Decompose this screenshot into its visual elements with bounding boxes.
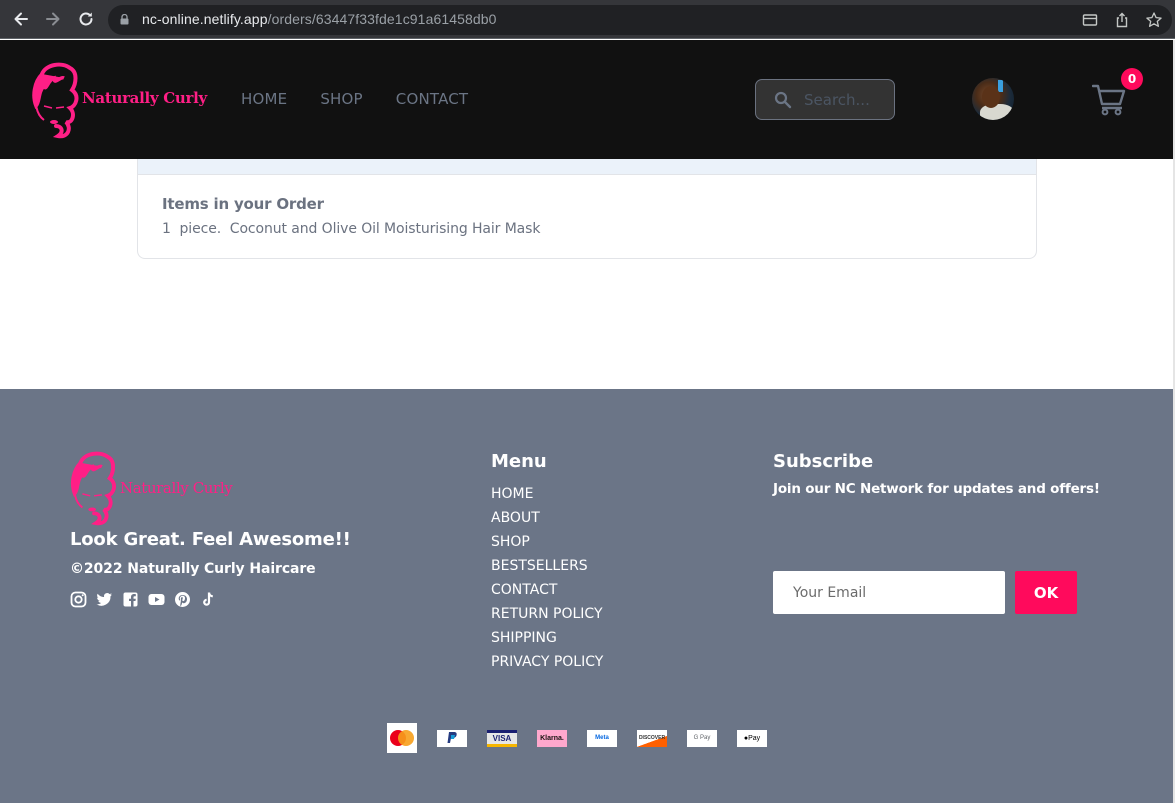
nav-contact[interactable]: CONTACT: [396, 90, 469, 108]
mastercard-icon: [387, 723, 417, 753]
address-bar[interactable]: nc-online.netlify.app/orders/63447f33fde…: [108, 5, 1172, 35]
pinterest-icon[interactable]: [174, 591, 191, 608]
main-nav: HOME SHOP CONTACT: [241, 90, 468, 108]
footer-link-home[interactable]: HOME: [491, 482, 603, 506]
order-card: Items in your Order 1 piece. Coconut and…: [137, 159, 1037, 259]
avatar-photo-detail: [980, 104, 1014, 120]
order-card-header: [138, 159, 1036, 175]
youtube-icon[interactable]: [148, 591, 165, 608]
twitter-icon[interactable]: [96, 591, 113, 608]
paypal-icon: [437, 729, 467, 747]
facebook-icon[interactable]: [122, 591, 139, 608]
footer-link-contact[interactable]: CONTACT: [491, 578, 603, 602]
browser-toolbar: nc-online.netlify.app/orders/63447f33fde…: [0, 0, 1175, 39]
visa-icon: VISA: [487, 729, 517, 747]
cart-count-badge: 0: [1121, 68, 1143, 90]
tiktok-icon[interactable]: [200, 591, 217, 608]
bookmark-star-icon[interactable]: [1145, 11, 1163, 29]
google-pay-label: G Pay: [693, 735, 711, 741]
payment-methods: VISA Klarna. Meta DISCOVER G Pay ● Pay: [387, 723, 767, 753]
order-items-title: Items in your Order: [162, 195, 324, 213]
social-links: [70, 591, 217, 608]
lock-icon[interactable]: [120, 14, 129, 25]
share-icon[interactable]: [1113, 11, 1131, 29]
search-box[interactable]: [755, 79, 895, 120]
footer-link-privacy-policy[interactable]: PRIVACY POLICY: [491, 650, 603, 674]
order-item-unit: piece.: [179, 221, 222, 237]
klarna-icon: Klarna.: [537, 729, 567, 747]
google-pay-icon: G Pay: [687, 729, 717, 747]
footer-menu-title: Menu: [491, 451, 547, 472]
url-path: /orders/63447f33fde1c91a61458db0: [267, 11, 497, 27]
footer-copyright: ©2022 Naturally Curly Haircare: [70, 561, 316, 577]
footer-link-bestsellers[interactable]: BESTSELLERS: [491, 554, 603, 578]
subscribe-text: Join our NC Network for updates and offe…: [773, 481, 1100, 497]
footer-link-about[interactable]: ABOUT: [491, 506, 603, 530]
reload-icon[interactable]: [76, 9, 96, 29]
discover-icon: DISCOVER: [637, 729, 667, 747]
forward-icon[interactable]: [43, 9, 63, 29]
instagram-icon[interactable]: [70, 591, 87, 608]
nav-home[interactable]: HOME: [241, 90, 287, 108]
brand-logo[interactable]: Naturally Curly: [32, 62, 207, 140]
apple-pay-label: Pay: [748, 734, 761, 742]
order-item-name: Coconut and Olive Oil Moisturising Hair …: [229, 221, 541, 237]
brand-name: Naturally Curly: [82, 89, 207, 107]
site-footer: Naturally Curly Look Great. Feel Awesome…: [0, 389, 1173, 803]
search-icon[interactable]: [774, 91, 792, 109]
subscribe-title: Subscribe: [773, 451, 874, 472]
curly-hair-face-icon: [70, 451, 116, 526]
order-item: 1 piece. Coconut and Olive Oil Moisturis…: [162, 221, 540, 237]
meta-pay-icon: Meta: [587, 729, 617, 747]
email-field[interactable]: [773, 571, 1005, 614]
curly-hair-face-icon: [32, 62, 79, 139]
footer-tagline: Look Great. Feel Awesome!!: [70, 529, 351, 550]
back-icon[interactable]: [11, 9, 31, 29]
site-header: Naturally Curly HOME SHOP CONTACT 0: [0, 40, 1173, 159]
footer-link-shop[interactable]: SHOP: [491, 530, 603, 554]
avatar-photo-detail: [982, 86, 1000, 108]
footer-brand-name: Naturally Curly: [120, 479, 233, 497]
footer-menu: Menu HOME ABOUT SHOP BESTSELLERS CONTACT…: [491, 451, 603, 674]
avatar-photo-detail: [998, 80, 1003, 92]
nav-shop[interactable]: SHOP: [320, 90, 362, 108]
subscribe-ok-button[interactable]: OK: [1015, 571, 1077, 614]
klarna-label: Klarna.: [540, 734, 564, 742]
footer-brand-logo[interactable]: Naturally Curly: [70, 451, 240, 527]
visa-label: VISA: [492, 733, 512, 743]
url-host: nc-online.netlify.app: [142, 11, 268, 27]
apple-pay-icon: ● Pay: [737, 729, 767, 747]
footer-link-return-policy[interactable]: RETURN POLICY: [491, 602, 603, 626]
tab-search-icon[interactable]: [1081, 11, 1099, 29]
footer-link-shipping[interactable]: SHIPPING: [491, 626, 603, 650]
meta-pay-label: Meta: [595, 735, 609, 741]
order-item-quantity: 1: [162, 221, 171, 237]
url-text[interactable]: nc-online.netlify.app/orders/63447f33fde…: [142, 11, 497, 27]
subscribe-section: Subscribe Join our NC Network for update…: [773, 451, 1100, 614]
discover-label: DISCOVER: [638, 735, 666, 741]
search-input[interactable]: [804, 88, 889, 112]
user-avatar[interactable]: [972, 78, 1014, 120]
